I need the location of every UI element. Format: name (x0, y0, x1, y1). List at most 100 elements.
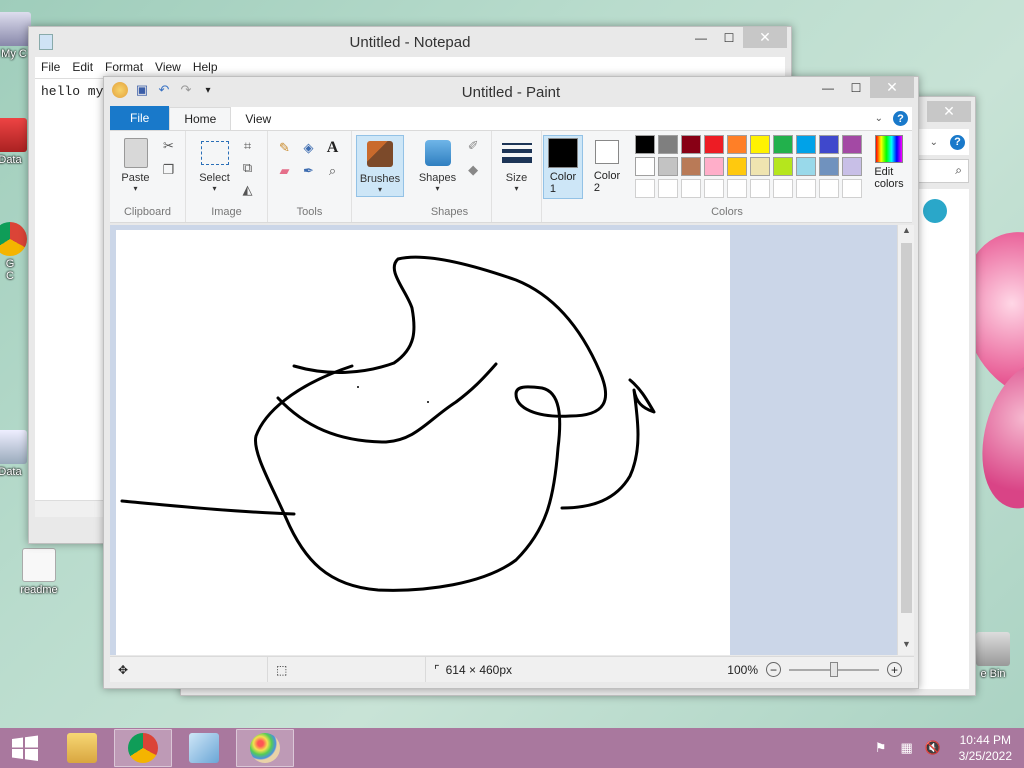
close-button[interactable]: ✕ (743, 27, 787, 48)
color-swatch[interactable] (658, 157, 678, 176)
crop-icon[interactable]: ⌗ (238, 137, 258, 155)
minimize-button[interactable]: — (814, 77, 842, 98)
maximize-button[interactable]: ☐ (842, 77, 870, 98)
shapes-label: Shapes (418, 172, 457, 184)
color-swatch[interactable] (796, 179, 816, 198)
eraser-icon[interactable]: ▰ (275, 162, 295, 180)
color-swatch[interactable] (773, 135, 793, 154)
scroll-down-arrow[interactable]: ▼ (898, 639, 914, 655)
menu-help[interactable]: Help (187, 57, 224, 78)
shapes-button[interactable]: Shapes ▾ (416, 135, 459, 195)
taskbar-paint[interactable] (236, 729, 294, 767)
color-swatch[interactable] (727, 135, 747, 154)
color-swatch[interactable] (658, 179, 678, 198)
taskbar-notepad[interactable] (175, 729, 233, 767)
color1-button[interactable]: Color 1 (543, 135, 583, 199)
resize-icon[interactable]: ⧉ (238, 159, 258, 177)
color-swatch[interactable] (681, 179, 701, 198)
color-swatch[interactable] (842, 157, 862, 176)
tab-home[interactable]: Home (169, 107, 232, 130)
scroll-up-arrow[interactable]: ▲ (898, 225, 914, 241)
group-label: Image (211, 206, 242, 218)
outline-icon[interactable]: ✐ (463, 137, 483, 155)
color-swatch[interactable] (773, 179, 793, 198)
menu-format[interactable]: Format (99, 57, 149, 78)
zoom-out-button[interactable]: − (766, 662, 781, 677)
color-swatch[interactable] (819, 157, 839, 176)
start-button[interactable] (0, 728, 50, 768)
color2-button[interactable]: Color 2 (587, 135, 627, 194)
color-swatch[interactable] (727, 157, 747, 176)
undo-icon[interactable]: ↶ (156, 82, 172, 98)
menu-view[interactable]: View (149, 57, 187, 78)
notepad-titlebar[interactable]: Untitled - Notepad — ☐ ✕ (29, 27, 791, 57)
zoom-slider-knob[interactable] (830, 661, 838, 677)
chevron-down-icon[interactable]: ⌄ (930, 137, 938, 148)
color-swatch[interactable] (635, 135, 655, 154)
color-swatch[interactable] (681, 157, 701, 176)
network-icon[interactable]: ▦ (899, 740, 915, 756)
rotate-icon[interactable]: ◭ (238, 181, 258, 199)
color-swatch[interactable] (704, 135, 724, 154)
brushes-button[interactable]: Brushes ▾ (355, 135, 405, 197)
tab-view[interactable]: View (231, 108, 285, 130)
minimize-ribbon-icon[interactable]: ⌄ (875, 113, 883, 124)
maximize-button[interactable]: ☐ (715, 27, 743, 48)
desktop-icon-readme[interactable]: readme (9, 548, 69, 596)
color-swatch[interactable] (635, 179, 655, 198)
taskbar-file-explorer[interactable] (53, 729, 111, 767)
taskbar-chrome[interactable] (114, 729, 172, 767)
copy-icon[interactable]: ❐ (159, 161, 179, 179)
paint-titlebar[interactable]: ▣ ↶ ↷ ▾ Untitled - Paint — ☐ ✕ (104, 77, 918, 107)
color-swatch[interactable] (658, 135, 678, 154)
text-icon[interactable]: A (323, 139, 343, 157)
color-swatch[interactable] (635, 157, 655, 176)
color-swatch[interactable] (727, 179, 747, 198)
close-button[interactable]: ✕ (927, 101, 971, 122)
tab-file[interactable]: File (110, 106, 170, 130)
redo-icon[interactable]: ↷ (178, 82, 194, 98)
customize-toolbar-icon[interactable]: ▾ (200, 82, 216, 98)
color-swatch[interactable] (819, 135, 839, 154)
close-button[interactable]: ✕ (870, 77, 914, 98)
color-swatch[interactable] (704, 157, 724, 176)
menu-edit[interactable]: Edit (66, 57, 99, 78)
color-swatch[interactable] (681, 135, 701, 154)
color-swatch[interactable] (842, 135, 862, 154)
color1-label: Color 1 (549, 171, 577, 195)
zoom-in-button[interactable]: + (887, 662, 902, 677)
cut-icon[interactable]: ✂ (159, 137, 179, 155)
size-button[interactable]: Size ▾ (498, 135, 536, 195)
clock[interactable]: 10:44 PM 3/25/2022 (959, 732, 1012, 764)
magnifier-icon[interactable]: ⌕ (323, 162, 343, 180)
select-button[interactable]: Select ▾ (196, 135, 234, 195)
minimize-button[interactable]: — (687, 27, 715, 48)
fill-bucket-icon[interactable]: ◈ (299, 139, 319, 157)
drawing-canvas[interactable] (116, 230, 730, 655)
scroll-thumb[interactable] (901, 243, 912, 613)
edit-colors-button[interactable]: Edit colors (867, 135, 911, 190)
color-swatch[interactable] (750, 157, 770, 176)
search-icon[interactable]: ⌕ (913, 159, 969, 183)
help-icon[interactable]: ? (893, 111, 908, 126)
color-swatch[interactable] (842, 179, 862, 198)
color-swatch[interactable] (704, 179, 724, 198)
save-icon[interactable]: ▣ (134, 82, 150, 98)
zoom-slider[interactable] (789, 661, 879, 677)
paste-button[interactable]: Paste ▾ (117, 135, 155, 195)
pencil-icon[interactable]: ✎ (275, 139, 295, 157)
color-swatch[interactable] (750, 179, 770, 198)
color-swatch[interactable] (796, 135, 816, 154)
help-icon[interactable]: ? (950, 134, 965, 150)
fill-icon[interactable]: ◆ (463, 161, 483, 179)
color-swatch[interactable] (773, 157, 793, 176)
menu-file[interactable]: File (35, 57, 66, 78)
paint-window[interactable]: ▣ ↶ ↷ ▾ Untitled - Paint — ☐ ✕ File Home… (103, 76, 919, 689)
color-swatch[interactable] (819, 179, 839, 198)
color-picker-icon[interactable]: ✒ (299, 162, 319, 180)
action-center-flag-icon[interactable]: ⚑ (873, 740, 889, 756)
vertical-scrollbar[interactable]: ▲ ▼ (897, 225, 914, 655)
volume-muted-icon[interactable]: 🔇 (925, 740, 941, 756)
color-swatch[interactable] (750, 135, 770, 154)
color-swatch[interactable] (796, 157, 816, 176)
